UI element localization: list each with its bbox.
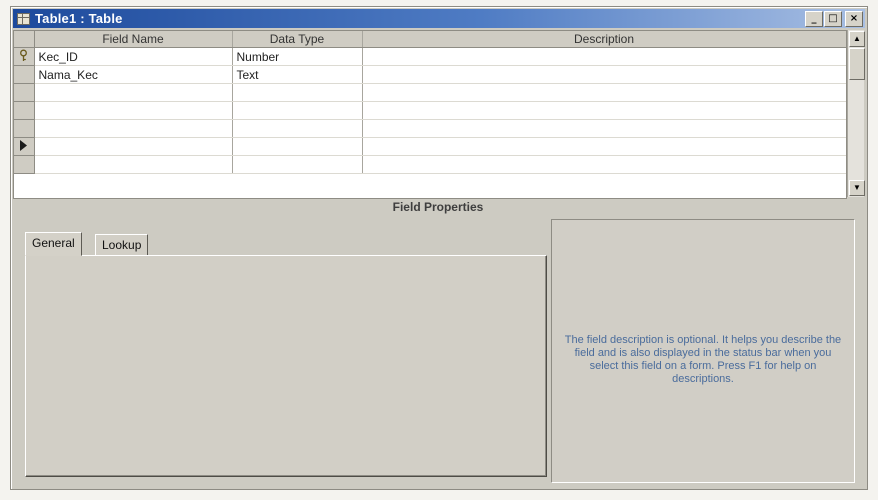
row-selector[interactable] <box>14 119 35 138</box>
description-cell[interactable] <box>362 101 846 120</box>
down-arrow-icon[interactable]: ▼ <box>849 180 865 196</box>
help-panel: The field description is optional. It he… <box>551 219 855 483</box>
table-row[interactable] <box>14 137 846 156</box>
column-header-field-name[interactable]: Field Name <box>34 31 233 48</box>
field-name-cell[interactable]: Nama_Kec <box>34 65 233 84</box>
row-pointer-icon <box>20 139 28 151</box>
maximize-button[interactable]: □ <box>824 11 842 27</box>
table-row[interactable] <box>14 119 846 138</box>
table-row[interactable] <box>14 101 846 120</box>
column-header-description[interactable]: Description <box>362 31 846 48</box>
window-title: Table1 : Table <box>35 11 123 26</box>
up-arrow-icon[interactable]: ▲ <box>849 31 865 47</box>
description-cell[interactable] <box>362 83 846 102</box>
table-icon[interactable] <box>17 13 30 25</box>
general-tab-panel <box>25 255 547 477</box>
close-button[interactable]: × <box>845 11 863 27</box>
table-design-window: Table1 : Table _ □ × Field Name Data Typ… <box>10 6 868 490</box>
field-properties-header: Field Properties <box>392 200 484 214</box>
scroll-thumb[interactable] <box>849 48 865 80</box>
field-grid: Field Name Data Type Description Kec_ID <box>13 30 847 199</box>
key-icon <box>20 49 28 61</box>
data-type-cell[interactable] <box>232 101 363 120</box>
field-name-cell[interactable] <box>34 155 233 174</box>
row-selector[interactable] <box>14 137 35 156</box>
description-cell[interactable] <box>362 65 846 84</box>
title-bar[interactable]: Table1 : Table _ □ × <box>13 9 865 28</box>
row-selector[interactable] <box>14 101 35 120</box>
data-type-cell[interactable] <box>232 83 363 102</box>
row-selector[interactable] <box>14 47 35 66</box>
table-row[interactable] <box>14 155 846 174</box>
tab-lookup[interactable]: Lookup <box>95 234 149 256</box>
window-controls: _ □ × <box>805 11 863 27</box>
field-name-cell[interactable] <box>34 101 233 120</box>
tab-general[interactable]: General <box>25 232 82 256</box>
data-type-cell[interactable]: Text <box>232 65 363 84</box>
table-row[interactable]: Kec_ID Number <box>14 47 846 66</box>
row-selector[interactable] <box>14 65 35 84</box>
data-type-cell[interactable] <box>232 155 363 174</box>
table-row[interactable] <box>14 83 846 102</box>
header-selector-cell[interactable] <box>14 31 35 48</box>
row-selector[interactable] <box>14 83 35 102</box>
minimize-button[interactable]: _ <box>805 11 823 27</box>
vertical-scrollbar[interactable]: ▲ ▼ <box>847 30 865 197</box>
table-row[interactable]: Nama_Kec Text <box>14 65 846 84</box>
description-cell[interactable] <box>362 155 846 174</box>
description-cell[interactable] <box>362 47 846 66</box>
data-type-cell[interactable] <box>232 137 363 156</box>
grid-header-row: Field Name Data Type Description <box>14 31 846 48</box>
field-name-cell[interactable] <box>34 83 233 102</box>
field-name-cell[interactable] <box>34 119 233 138</box>
description-cell[interactable] <box>362 137 846 156</box>
column-header-data-type[interactable]: Data Type <box>232 31 363 48</box>
field-name-cell[interactable]: Kec_ID <box>34 47 233 66</box>
description-cell[interactable] <box>362 119 846 138</box>
row-selector[interactable] <box>14 155 35 174</box>
field-name-cell[interactable] <box>34 137 233 156</box>
data-type-cell[interactable]: Number <box>232 47 363 66</box>
field-description-help: The field description is optional. It he… <box>564 334 842 385</box>
data-type-cell[interactable] <box>232 119 363 138</box>
